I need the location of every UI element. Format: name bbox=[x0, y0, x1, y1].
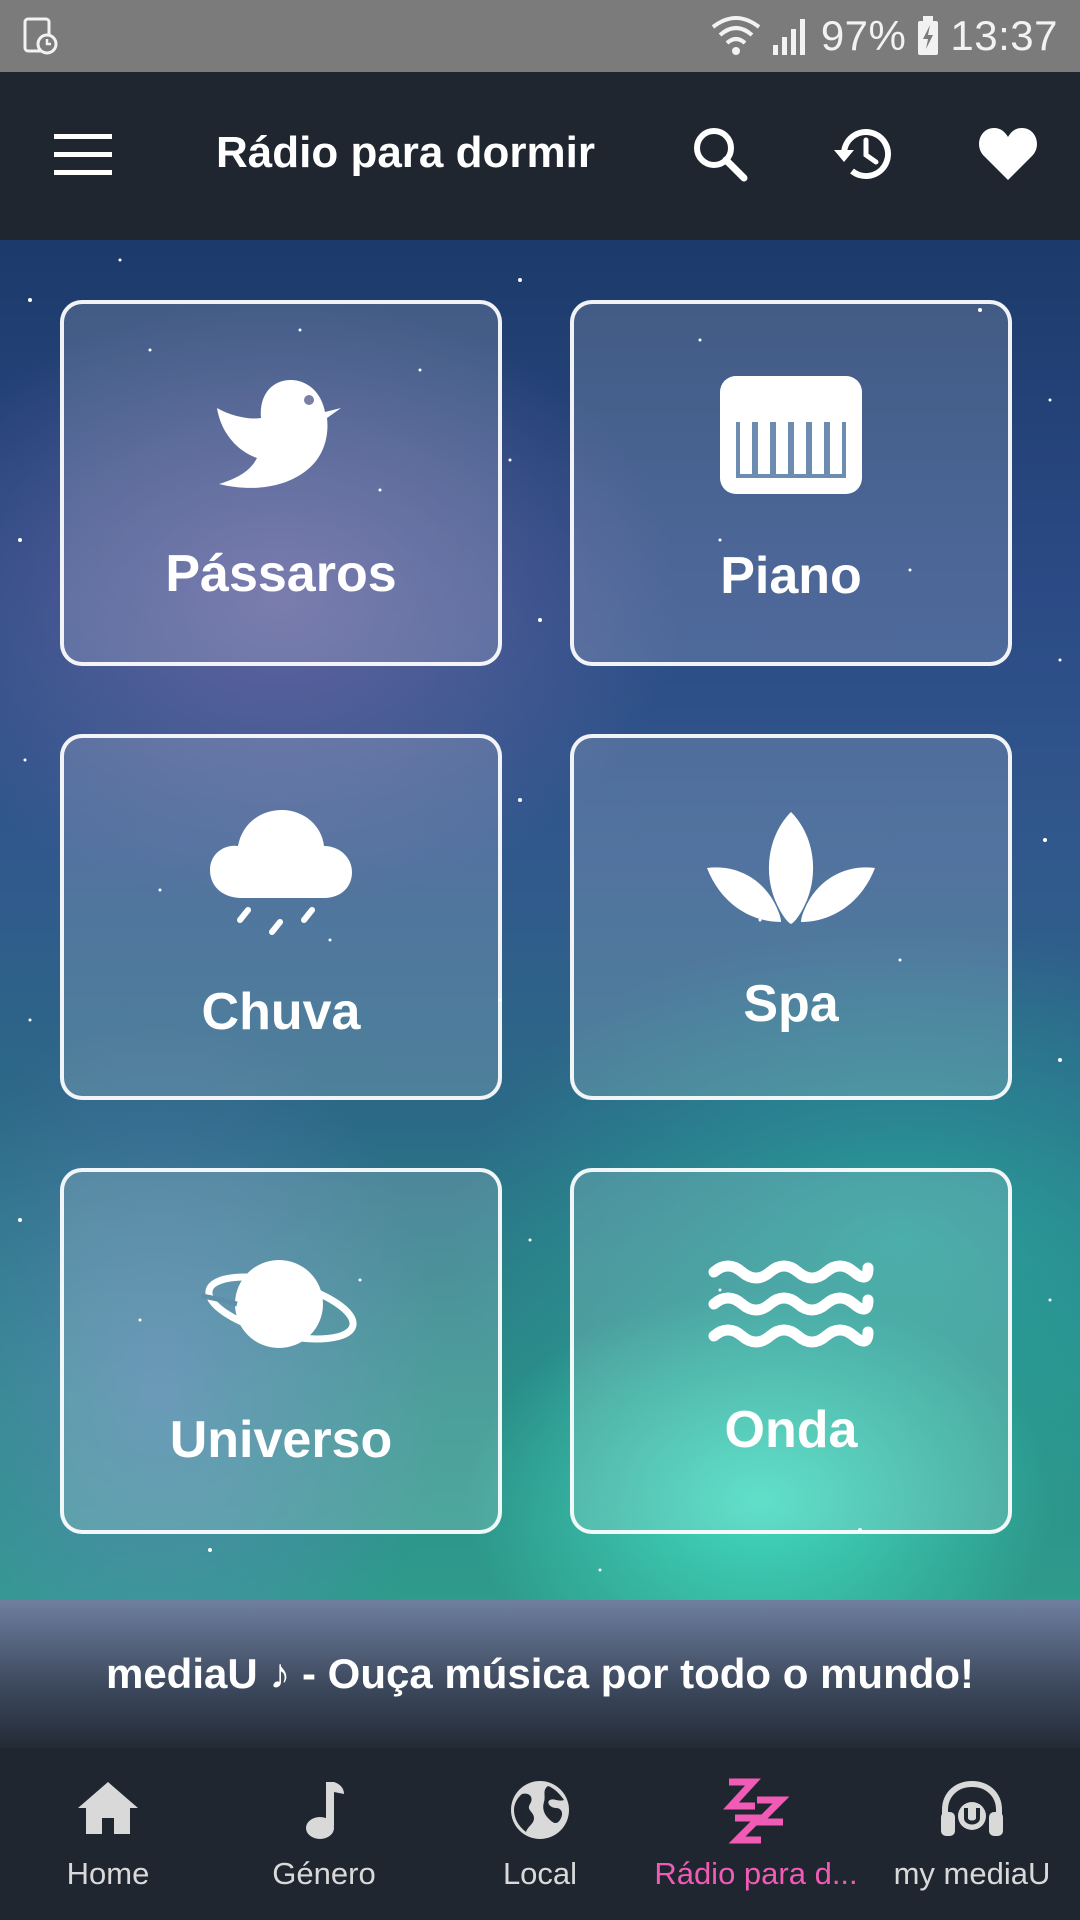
tile-piano[interactable]: Piano bbox=[570, 300, 1012, 666]
tile-onda[interactable]: Onda bbox=[570, 1168, 1012, 1534]
promo-banner[interactable]: mediaU ♪ - Ouça música por todo o mundo! bbox=[0, 1600, 1080, 1748]
planet-icon bbox=[201, 1260, 357, 1366]
sleep-zzz-icon bbox=[723, 1778, 789, 1844]
nav-sleep-radio[interactable]: Rádio para d... bbox=[648, 1748, 864, 1920]
piano-icon bbox=[720, 376, 862, 494]
battery-percent: 97% bbox=[820, 12, 907, 59]
tile-universo[interactable]: Universo bbox=[60, 1168, 502, 1534]
nav-home[interactable]: Home bbox=[0, 1748, 216, 1920]
home-icon bbox=[78, 1782, 138, 1834]
search-icon[interactable] bbox=[688, 122, 752, 186]
status-bar: 97% 13:37 bbox=[0, 0, 1080, 72]
tile-label: Pássaros bbox=[165, 545, 397, 603]
tile-label: Onda bbox=[724, 1401, 858, 1459]
nav-label: Género bbox=[272, 1856, 376, 1891]
music-note-icon bbox=[306, 1782, 344, 1839]
nav-label: Rádio para d... bbox=[654, 1856, 858, 1891]
waves-icon bbox=[708, 1260, 874, 1348]
globe-icon bbox=[511, 1781, 569, 1839]
wifi-icon bbox=[711, 16, 761, 55]
signal-icon bbox=[772, 19, 805, 55]
tile-chuva[interactable]: Chuva bbox=[60, 734, 502, 1100]
page-title: Rádio para dormir bbox=[216, 128, 595, 177]
rain-cloud-icon bbox=[210, 810, 352, 935]
bottom-navigation: Home Género Local Rádio para d... my med… bbox=[0, 1748, 1080, 1920]
nav-genero[interactable]: Género bbox=[216, 1748, 432, 1920]
nav-label: Home bbox=[66, 1856, 150, 1891]
history-icon[interactable] bbox=[832, 122, 896, 186]
bird-icon bbox=[217, 380, 341, 488]
lotus-icon bbox=[707, 812, 875, 924]
nav-local[interactable]: Local bbox=[432, 1748, 648, 1920]
clock: 13:37 bbox=[950, 12, 1058, 59]
headphones-icon bbox=[941, 1780, 1003, 1836]
tile-label: Chuva bbox=[201, 983, 361, 1041]
nav-label: my mediaU bbox=[893, 1856, 1051, 1891]
menu-icon[interactable] bbox=[54, 132, 112, 178]
tile-label: Universo bbox=[169, 1411, 393, 1469]
battery-charging-icon bbox=[918, 16, 939, 55]
nav-my-mediau[interactable]: my mediaU bbox=[864, 1748, 1080, 1920]
tile-label: Piano bbox=[720, 547, 862, 605]
app-bar: Rádio para dormir bbox=[0, 72, 1080, 240]
tile-label: Spa bbox=[743, 975, 839, 1033]
nav-label: Local bbox=[502, 1856, 578, 1891]
screenshot-notification-icon bbox=[23, 17, 58, 55]
tile-spa[interactable]: Spa bbox=[570, 734, 1012, 1100]
sleep-radio-grid: Pássaros Piano Chuva Spa Universo Onda bbox=[0, 240, 1080, 1600]
banner-text: mediaU ♪ - Ouça música por todo o mundo! bbox=[105, 1650, 975, 1697]
tile-passaros[interactable]: Pássaros bbox=[60, 300, 502, 666]
heart-icon[interactable] bbox=[976, 122, 1040, 186]
